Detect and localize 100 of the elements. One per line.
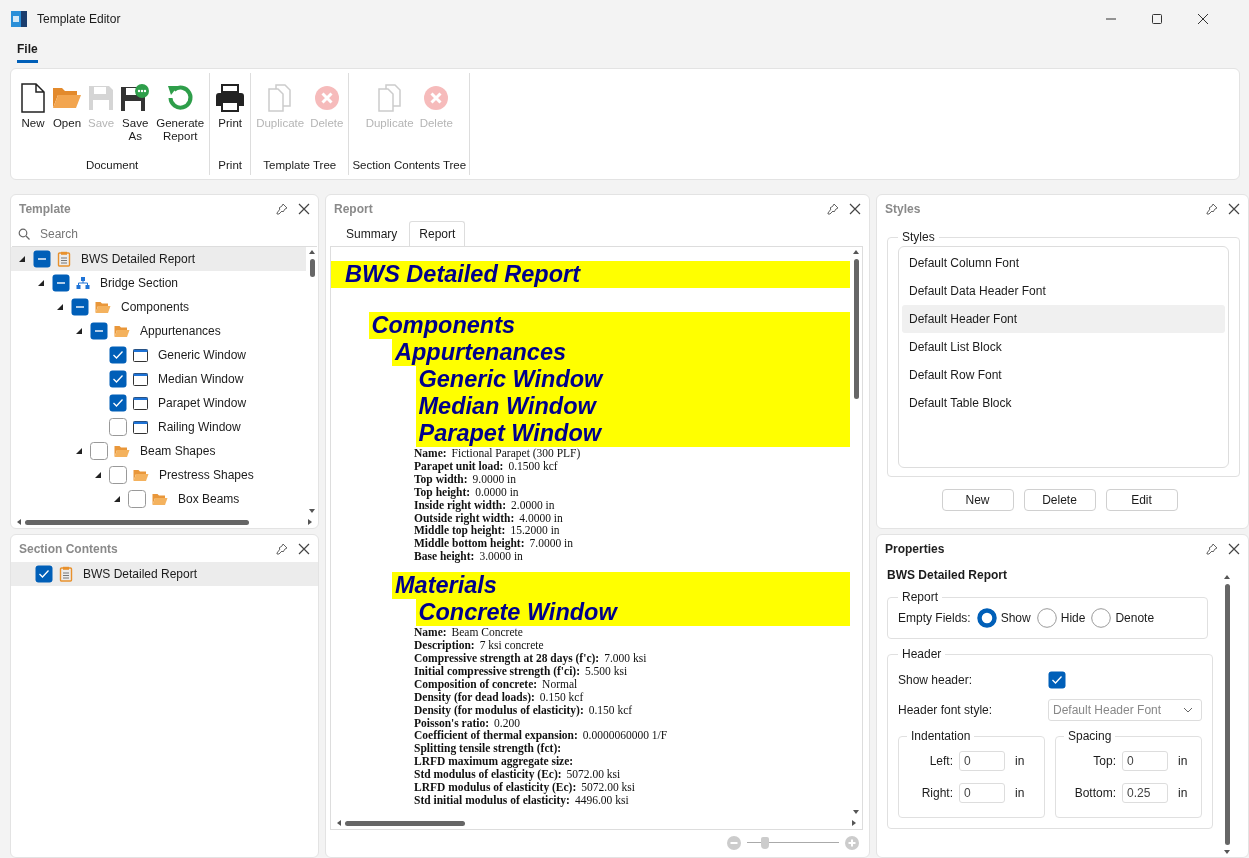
- expand-triangle-icon[interactable]: [113, 495, 121, 503]
- tree-item[interactable]: Box Beams: [11, 487, 306, 511]
- scroll-arrow-left-icon[interactable]: [335, 819, 343, 827]
- maximize-icon[interactable]: [1151, 13, 1163, 25]
- menu-tab[interactable]: File: [17, 38, 38, 63]
- list-item[interactable]: Default Header Font: [902, 305, 1225, 333]
- scrollbar-thumb[interactable]: [853, 259, 859, 399]
- expand-triangle-icon[interactable]: [37, 279, 45, 287]
- scrollbar-thumb[interactable]: [1224, 584, 1230, 845]
- tree-item[interactable]: Components: [11, 295, 306, 319]
- checkbox[interactable]: [33, 250, 51, 268]
- field-label: Composition of concrete:: [414, 677, 538, 690]
- number-field[interactable]: 0: [1122, 751, 1168, 771]
- checkbox[interactable]: [128, 490, 146, 508]
- pin-icon[interactable]: [827, 202, 839, 215]
- close-icon[interactable]: [1197, 13, 1209, 25]
- field-value: 7.0000 in: [529, 537, 573, 550]
- tab[interactable]: Summary: [336, 221, 408, 246]
- checkbox[interactable]: [35, 565, 53, 583]
- expand-triangle-icon[interactable]: [94, 471, 102, 479]
- pin-icon[interactable]: [276, 542, 288, 555]
- checkbox[interactable]: [109, 418, 127, 436]
- report-heading: Components: [368, 312, 850, 339]
- close-icon[interactable]: [849, 202, 861, 215]
- scroll-arrow-down-icon[interactable]: [852, 808, 860, 816]
- button[interactable]: New: [941, 489, 1014, 511]
- list-item[interactable]: BWS Detailed Report: [11, 562, 318, 586]
- radio-label[interactable]: Denote: [1115, 611, 1155, 625]
- report-heading: Concrete Window: [415, 599, 850, 627]
- radio-button[interactable]: [1036, 608, 1057, 628]
- scrollbar-thumb[interactable]: [345, 820, 466, 826]
- list-item[interactable]: Default List Block: [902, 333, 1225, 361]
- button[interactable]: Edit: [1105, 489, 1178, 511]
- list-item[interactable]: Default Data Header Font: [902, 277, 1225, 305]
- button[interactable]: Delete: [1023, 489, 1096, 511]
- tree-item[interactable]: Parapet Window: [11, 391, 306, 415]
- zoom-slider[interactable]: [747, 836, 839, 850]
- checkbox[interactable]: [109, 466, 127, 484]
- checkbox[interactable]: [90, 322, 108, 340]
- checkbox[interactable]: [1048, 671, 1066, 689]
- close-icon[interactable]: [1228, 202, 1240, 215]
- ribbon-button[interactable]: Print: [213, 81, 248, 130]
- checkbox[interactable]: [71, 298, 89, 316]
- radio-button[interactable]: [976, 608, 997, 628]
- number-field[interactable]: 0: [959, 751, 1005, 771]
- checkbox[interactable]: [109, 394, 127, 412]
- scroll-arrow-right-icon[interactable]: [850, 819, 858, 827]
- field-value: 4496.00 ksi: [574, 793, 629, 806]
- expand-triangle-icon[interactable]: [56, 303, 64, 311]
- tree-label: Generic Window: [158, 348, 247, 362]
- expand-triangle-icon[interactable]: [75, 327, 83, 335]
- tab[interactable]: Report: [409, 221, 466, 246]
- radio-label[interactable]: Hide: [1060, 611, 1086, 625]
- list-item[interactable]: Default Table Block: [902, 389, 1225, 417]
- tree-item[interactable]: BWS Detailed Report: [11, 247, 306, 271]
- scroll-arrow-up-icon[interactable]: [1223, 573, 1231, 581]
- ribbon-button[interactable]: Open: [50, 81, 84, 130]
- search-field[interactable]: Search: [38, 226, 311, 242]
- scroll-arrow-left-icon[interactable]: [15, 518, 23, 526]
- ribbon-button[interactable]: Generate Report: [154, 81, 207, 143]
- field-label: Parapet unit load:: [414, 459, 504, 472]
- scrollbar-thumb[interactable]: [25, 519, 250, 525]
- radio-label[interactable]: Show: [1000, 611, 1031, 625]
- tree-item[interactable]: Generic Window: [11, 343, 306, 367]
- radio-button[interactable]: [1091, 608, 1112, 628]
- tree-item[interactable]: Bridge Section: [11, 271, 306, 295]
- scroll-arrow-right-icon[interactable]: [306, 518, 314, 526]
- tree-item[interactable]: Prestress Shapes: [11, 463, 306, 487]
- pin-icon[interactable]: [1206, 202, 1218, 215]
- number-field[interactable]: 0.25: [1122, 783, 1168, 803]
- number-field[interactable]: 0: [959, 783, 1005, 803]
- scroll-arrow-down-icon[interactable]: [308, 507, 316, 515]
- list-item[interactable]: Default Column Font: [902, 249, 1225, 277]
- ribbon-button[interactable]: New: [18, 81, 48, 130]
- expand-triangle-icon[interactable]: [75, 447, 83, 455]
- scroll-arrow-up-icon[interactable]: [852, 248, 860, 256]
- tree-item[interactable]: Appurtenances: [11, 319, 306, 343]
- checkbox[interactable]: [52, 274, 70, 292]
- checkbox[interactable]: [90, 442, 108, 460]
- pin-icon[interactable]: [1206, 542, 1218, 555]
- checkbox[interactable]: [109, 370, 127, 388]
- pin-icon[interactable]: [276, 202, 288, 215]
- tree-item[interactable]: Median Window: [11, 367, 306, 391]
- field-value: 0.0000 in: [475, 485, 519, 498]
- field-label: Std modulus of elasticity (Ec):: [414, 768, 562, 781]
- list-item[interactable]: Default Row Font: [902, 361, 1225, 389]
- close-icon[interactable]: [298, 202, 310, 215]
- report-heading: Materials: [392, 572, 850, 600]
- expand-triangle-icon[interactable]: [18, 255, 26, 263]
- close-icon[interactable]: [298, 542, 310, 555]
- slider-thumb[interactable]: [761, 837, 770, 849]
- close-icon[interactable]: [1228, 542, 1240, 555]
- scroll-arrow-down-icon[interactable]: [1223, 848, 1231, 856]
- tree-item[interactable]: Railing Window: [11, 415, 306, 439]
- scrollbar-thumb[interactable]: [309, 259, 315, 277]
- checkbox[interactable]: [109, 346, 127, 364]
- tree-item[interactable]: Beam Shapes: [11, 439, 306, 463]
- scroll-arrow-up-icon[interactable]: [308, 248, 316, 256]
- ribbon-button[interactable]: Save As: [118, 81, 153, 143]
- folder-icon: [152, 492, 168, 506]
